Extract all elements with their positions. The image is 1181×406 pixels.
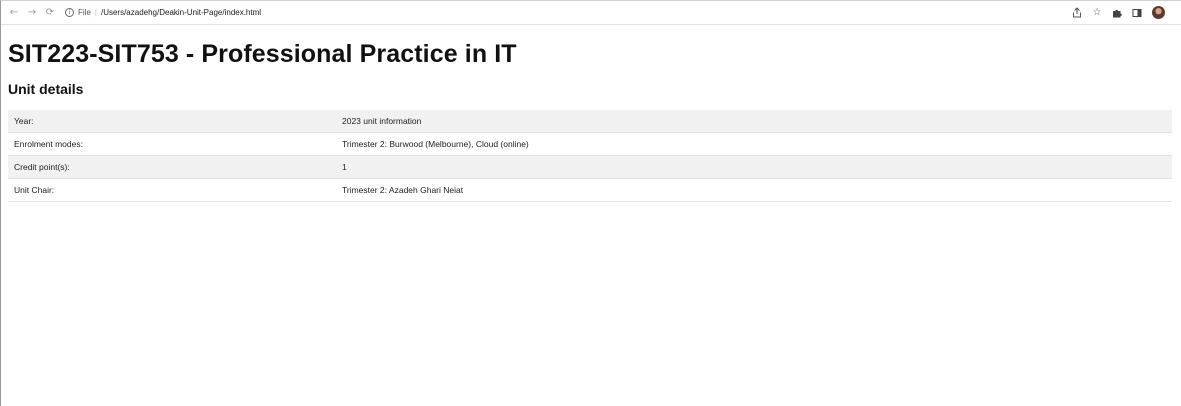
row-label: Unit Chair: xyxy=(8,178,336,202)
row-label: Year: xyxy=(8,110,336,133)
table-row: Enrolment modes: Trimester 2: Burwood (M… xyxy=(8,132,1172,156)
share-icon[interactable] xyxy=(1070,6,1084,20)
address-bar[interactable]: i File | /Users/azadehg/Deakin-Unit-Page… xyxy=(65,4,261,22)
info-icon[interactable]: i xyxy=(65,8,74,17)
page-content: SIT223-SIT753 - Professional Practice in… xyxy=(1,39,1181,202)
url-path[interactable]: /Users/azadehg/Deakin-Unit-Page/index.ht… xyxy=(101,8,261,17)
browser-window: ← → ⟳ i File | /Users/azadehg/Deakin-Uni… xyxy=(0,0,1181,406)
forward-arrow-icon[interactable]: → xyxy=(25,5,39,21)
table-row: Year: 2023 unit information xyxy=(8,110,1172,133)
page-title: SIT223-SIT753 - Professional Practice in… xyxy=(8,40,517,68)
browser-toolbar: ← → ⟳ i File | /Users/azadehg/Deakin-Uni… xyxy=(1,1,1181,25)
reload-icon[interactable]: ⟳ xyxy=(43,5,57,21)
toolbar-actions: ☆ xyxy=(1064,6,1181,20)
star-icon[interactable]: ☆ xyxy=(1090,6,1104,20)
section-heading: Unit details xyxy=(8,81,84,97)
table-row: Credit point(s): 1 xyxy=(8,155,1172,179)
row-label: Credit point(s): xyxy=(8,155,336,179)
row-value: 1 xyxy=(336,155,1172,179)
row-label: Enrolment modes: xyxy=(8,132,336,156)
url-scheme: File xyxy=(78,8,91,17)
row-value: Trimester 2: Azadeh Ghari Neiat xyxy=(336,178,1172,202)
avatar[interactable] xyxy=(1152,6,1165,19)
row-value: 2023 unit information xyxy=(336,110,1172,133)
url-separator: | xyxy=(94,8,97,17)
unit-details-table: Year: 2023 unit information Enrolment mo… xyxy=(8,110,1172,202)
side-panel-icon[interactable] xyxy=(1130,6,1144,20)
table-row: Unit Chair: Trimester 2: Azadeh Ghari Ne… xyxy=(8,178,1172,202)
puzzle-icon[interactable] xyxy=(1110,6,1124,20)
back-arrow-icon[interactable]: ← xyxy=(7,5,21,21)
row-value: Trimester 2: Burwood (Melbourne), Cloud … xyxy=(336,132,1172,156)
